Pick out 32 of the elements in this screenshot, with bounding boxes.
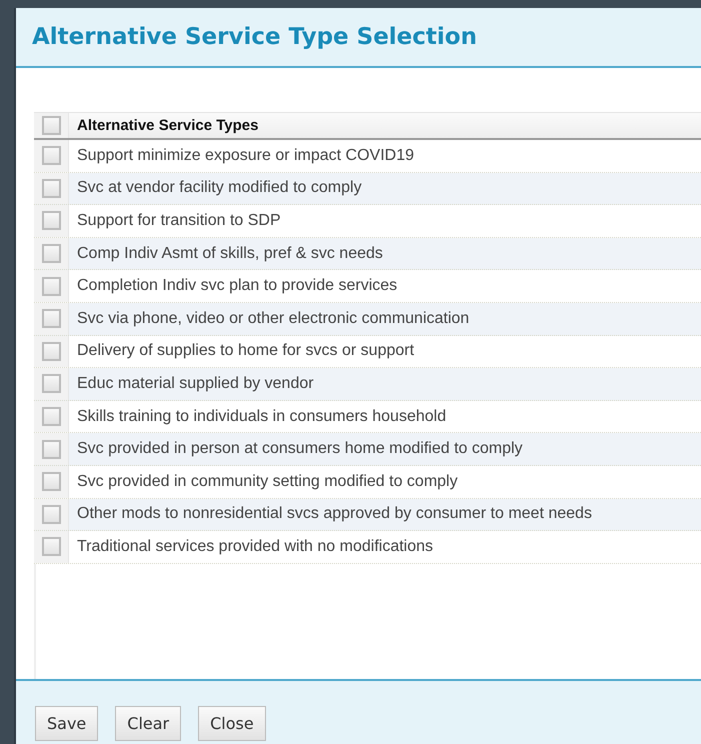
row-checkbox[interactable]	[42, 440, 60, 459]
row-checkbox[interactable]	[42, 178, 60, 198]
table-cell-text: Traditional services provided with no modifications	[76, 536, 434, 557]
select-all-checkbox[interactable]	[42, 116, 60, 135]
row-checkbox[interactable]	[42, 407, 60, 426]
table-cell-text: Svc provided in community setting modified to comply	[76, 472, 458, 492]
table-cell-text: Support for transition to SDP	[76, 210, 281, 231]
row-checkbox[interactable]	[42, 146, 60, 166]
dialog-button[interactable]: Save	[35, 706, 98, 741]
table-cell-text: Support minimize exposure or impact COVID19	[76, 146, 414, 166]
row-checkbox[interactable]	[42, 211, 60, 230]
table-cell-text: Skills training to individuals in consumers household	[76, 406, 446, 427]
table-cell-text: Comp Indiv Asmt of skills, pref & svc needs	[76, 244, 383, 264]
row-checkbox[interactable]	[42, 276, 60, 296]
table-cell-text: Educ material supplied by vendor	[76, 374, 314, 394]
row-checkbox[interactable]	[42, 244, 60, 264]
dialog-title: Alternative Service Type Selection	[32, 24, 477, 50]
row-checkbox[interactable]	[42, 309, 60, 328]
table-cell-text: Delivery of supplies to home for svcs or support	[76, 341, 414, 362]
row-checkbox[interactable]	[42, 342, 60, 361]
table-cell-text: Other mods to nonresidential svcs approved by consumer to meet needs	[76, 504, 592, 524]
row-checkbox[interactable]	[42, 537, 60, 556]
table-cell-text: Svc provided in person at consumers home modified to comply	[76, 439, 523, 460]
dialog-button[interactable]: Close	[198, 706, 266, 741]
table-cell-text: Svc at vendor facility modified to comply	[76, 178, 362, 198]
table-cell-text: Completion Indiv svc plan to provide services	[76, 276, 398, 296]
dialog-button[interactable]: Clear	[115, 706, 182, 741]
row-checkbox[interactable]	[42, 472, 60, 492]
row-checkbox[interactable]	[42, 374, 60, 394]
row-checkbox[interactable]	[42, 504, 60, 524]
table-cell-text: Svc via phone, video or other electronic communication	[76, 308, 470, 329]
column-header: Alternative Service Types	[76, 116, 258, 136]
